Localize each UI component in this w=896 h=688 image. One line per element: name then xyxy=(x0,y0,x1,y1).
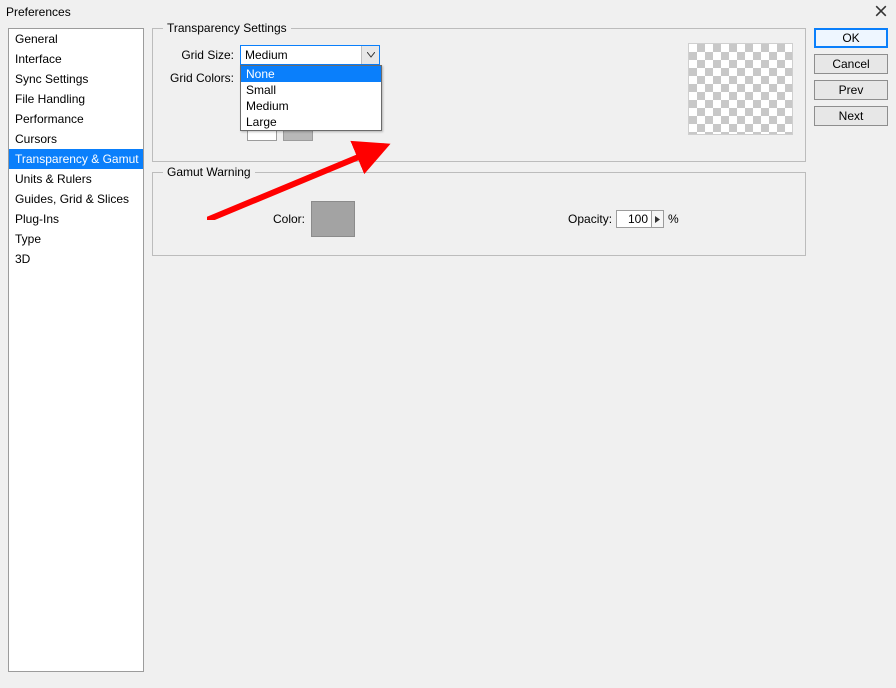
opacity-flyout-icon[interactable] xyxy=(652,210,664,228)
gamut-color-label: Color: xyxy=(273,212,305,226)
grid-size-label: Grid Size: xyxy=(165,48,240,62)
sidebar-item-file-handling[interactable]: File Handling xyxy=(9,89,143,109)
close-icon[interactable] xyxy=(872,4,890,20)
dialog-buttons: OK Cancel Prev Next xyxy=(814,28,888,672)
next-button[interactable]: Next xyxy=(814,106,888,126)
window-title: Preferences xyxy=(6,5,71,19)
sidebar-item-general[interactable]: General xyxy=(9,29,143,49)
sidebar-item-type[interactable]: Type xyxy=(9,229,143,249)
transparency-preview xyxy=(688,43,793,135)
cancel-button[interactable]: Cancel xyxy=(814,54,888,74)
category-sidebar: General Interface Sync Settings File Han… xyxy=(8,28,144,672)
sidebar-item-3d[interactable]: 3D xyxy=(9,249,143,269)
grid-size-combo[interactable]: Medium None Small Medium Large xyxy=(240,45,380,65)
chevron-down-icon[interactable] xyxy=(361,46,379,64)
gamut-legend: Gamut Warning xyxy=(163,165,255,179)
sidebar-item-units-rulers[interactable]: Units & Rulers xyxy=(9,169,143,189)
transparency-settings-group: Transparency Settings Grid Size: Medium … xyxy=(152,28,806,162)
grid-size-option-medium[interactable]: Medium xyxy=(241,98,381,114)
ok-button[interactable]: OK xyxy=(814,28,888,48)
gamut-opacity-unit: % xyxy=(668,212,679,226)
sidebar-item-transparency-gamut[interactable]: Transparency & Gamut xyxy=(9,149,143,169)
sidebar-item-sync-settings[interactable]: Sync Settings xyxy=(9,69,143,89)
sidebar-item-interface[interactable]: Interface xyxy=(9,49,143,69)
sidebar-item-cursors[interactable]: Cursors xyxy=(9,129,143,149)
grid-size-option-none[interactable]: None xyxy=(241,66,381,82)
grid-colors-label: Grid Colors: xyxy=(165,71,240,85)
gamut-color-swatch[interactable] xyxy=(311,201,355,237)
sidebar-item-performance[interactable]: Performance xyxy=(9,109,143,129)
grid-size-option-large[interactable]: Large xyxy=(241,114,381,130)
content-area: Transparency Settings Grid Size: Medium … xyxy=(152,28,806,672)
gamut-opacity-label: Opacity: xyxy=(568,212,612,226)
prev-button[interactable]: Prev xyxy=(814,80,888,100)
transparency-legend: Transparency Settings xyxy=(163,21,291,35)
grid-size-value: Medium xyxy=(245,48,288,62)
sidebar-item-plug-ins[interactable]: Plug-Ins xyxy=(9,209,143,229)
gamut-warning-group: Gamut Warning Color: Opacity: 100 % xyxy=(152,172,806,256)
gamut-opacity-input[interactable]: 100 xyxy=(616,210,652,228)
grid-size-dropdown: None Small Medium Large xyxy=(240,65,382,131)
sidebar-item-guides-grid-slices[interactable]: Guides, Grid & Slices xyxy=(9,189,143,209)
grid-size-option-small[interactable]: Small xyxy=(241,82,381,98)
